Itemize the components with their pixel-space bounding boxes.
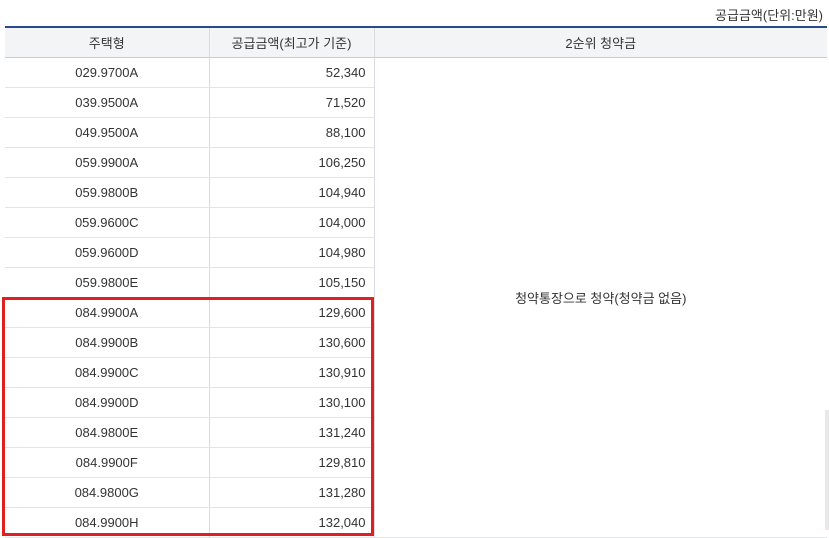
housing-type-cell: 059.9900A — [5, 147, 209, 178]
table-body: 029.9700A 52,340 청약통장으로 청약(청약금 없음) 039.9500… — [5, 57, 827, 538]
housing-type-cell: 084.9800G — [5, 477, 209, 508]
supply-amount-cell: 130,600 — [208, 327, 374, 358]
supply-amount-cell: 131,240 — [208, 417, 374, 448]
housing-type-cell: 084.9900C — [5, 357, 209, 388]
supply-amount-cell: 104,000 — [208, 207, 374, 238]
housing-type-cell: 059.9800E — [5, 267, 209, 298]
supply-price-table-wrapper: 주택형 공급금액(최고가 기준) 2순위 청약금 029.9700A 52,340… — [5, 26, 827, 538]
supply-amount-cell: 105,150 — [208, 267, 374, 298]
supply-amount-cell: 130,910 — [208, 357, 374, 388]
supply-amount-cell: 129,600 — [208, 297, 374, 328]
table-row: 029.9700A 52,340 청약통장으로 청약(청약금 없음) — [5, 57, 827, 538]
supply-amount-cell: 104,980 — [208, 237, 374, 268]
supply-amount-cell: 132,040 — [208, 507, 374, 538]
housing-type-cell: 049.9500A — [5, 117, 209, 148]
housing-type-cell: 059.9600C — [5, 207, 209, 238]
supply-amount-cell: 131,280 — [208, 477, 374, 508]
supply-amount-cell: 106,250 — [208, 147, 374, 178]
housing-type-cell: 059.9600D — [5, 237, 209, 268]
housing-type-cell: 084.9800E — [5, 417, 209, 448]
supply-amount-cell: 104,940 — [208, 177, 374, 208]
housing-type-cell: 084.9900H — [5, 507, 209, 538]
housing-type-cell: 084.9900F — [5, 447, 209, 478]
header-housing-type: 주택형 — [5, 27, 209, 58]
supply-amount-cell: 71,520 — [208, 87, 374, 118]
header-supply-amount: 공급금액(최고가 기준) — [208, 27, 374, 58]
unit-note: 공급금액(단위:만원) — [715, 8, 823, 23]
housing-type-cell: 039.9500A — [5, 87, 209, 118]
supply-amount-cell: 88,100 — [208, 117, 374, 148]
housing-type-cell: 084.9900A — [5, 297, 209, 328]
housing-type-cell: 029.9700A — [5, 57, 209, 88]
table-header-row: 주택형 공급금액(최고가 기준) 2순위 청약금 — [5, 27, 827, 58]
header-second-priority-deposit: 2순위 청약금 — [373, 27, 827, 58]
supply-amount-cell: 52,340 — [208, 57, 374, 88]
housing-type-cell: 084.9900B — [5, 327, 209, 358]
supply-amount-cell: 130,100 — [208, 387, 374, 418]
supply-price-table: 주택형 공급금액(최고가 기준) 2순위 청약금 029.9700A 52,340… — [5, 26, 827, 538]
housing-type-cell: 059.9800B — [5, 177, 209, 208]
deposit-cell: 청약통장으로 청약(청약금 없음) — [373, 57, 827, 538]
scrollbar[interactable] — [825, 410, 829, 530]
housing-type-cell: 084.9900D — [5, 387, 209, 418]
supply-amount-cell: 129,810 — [208, 447, 374, 478]
